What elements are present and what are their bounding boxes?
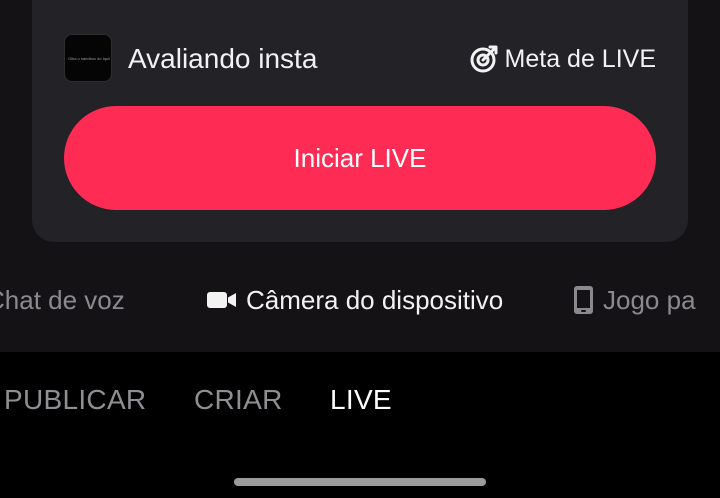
account-name: Avaliando insta xyxy=(128,43,318,74)
thumbnail-caption: Olha o sandbox do Iquil xyxy=(68,56,110,61)
live-card: Olha o sandbox do Iquil Avaliando insta … xyxy=(32,0,688,242)
live-setup-area: Olha o sandbox do Iquil Avaliando insta … xyxy=(0,0,720,352)
mode-mobile-game-label: Jogo pa xyxy=(603,284,696,315)
tab-criar[interactable]: CRIAR xyxy=(194,384,283,416)
phone-icon xyxy=(574,286,593,314)
mode-mobile-game[interactable]: Jogo pa xyxy=(574,276,696,324)
screen: Olha o sandbox do Iquil Avaliando insta … xyxy=(0,0,720,498)
start-live-button[interactable]: Iniciar LIVE xyxy=(64,106,656,210)
mode-device-camera-label: Câmera do dispositivo xyxy=(246,284,504,315)
live-goal-button[interactable]: Meta de LIVE xyxy=(469,42,656,76)
live-goal-label: Meta de LIVE xyxy=(504,44,656,73)
mode-device-camera[interactable]: Câmera do dispositivo xyxy=(207,276,503,324)
bottom-tab-bar: PUBLICAR CRIAR LIVE xyxy=(0,352,720,452)
live-thumbnail[interactable]: Olha o sandbox do Iquil xyxy=(64,34,112,82)
mode-voice-chat[interactable]: Chat de voz xyxy=(0,276,125,324)
target-icon xyxy=(470,45,498,73)
tab-live[interactable]: LIVE xyxy=(330,384,392,416)
tab-publicar[interactable]: PUBLICAR xyxy=(4,384,146,416)
video-camera-icon xyxy=(207,292,236,308)
mode-voice-chat-label: Chat de voz xyxy=(0,284,125,315)
live-mode-selector: Chat de voz Câmera do dispositivo Jogo p… xyxy=(0,276,720,324)
home-indicator[interactable] xyxy=(234,478,486,486)
